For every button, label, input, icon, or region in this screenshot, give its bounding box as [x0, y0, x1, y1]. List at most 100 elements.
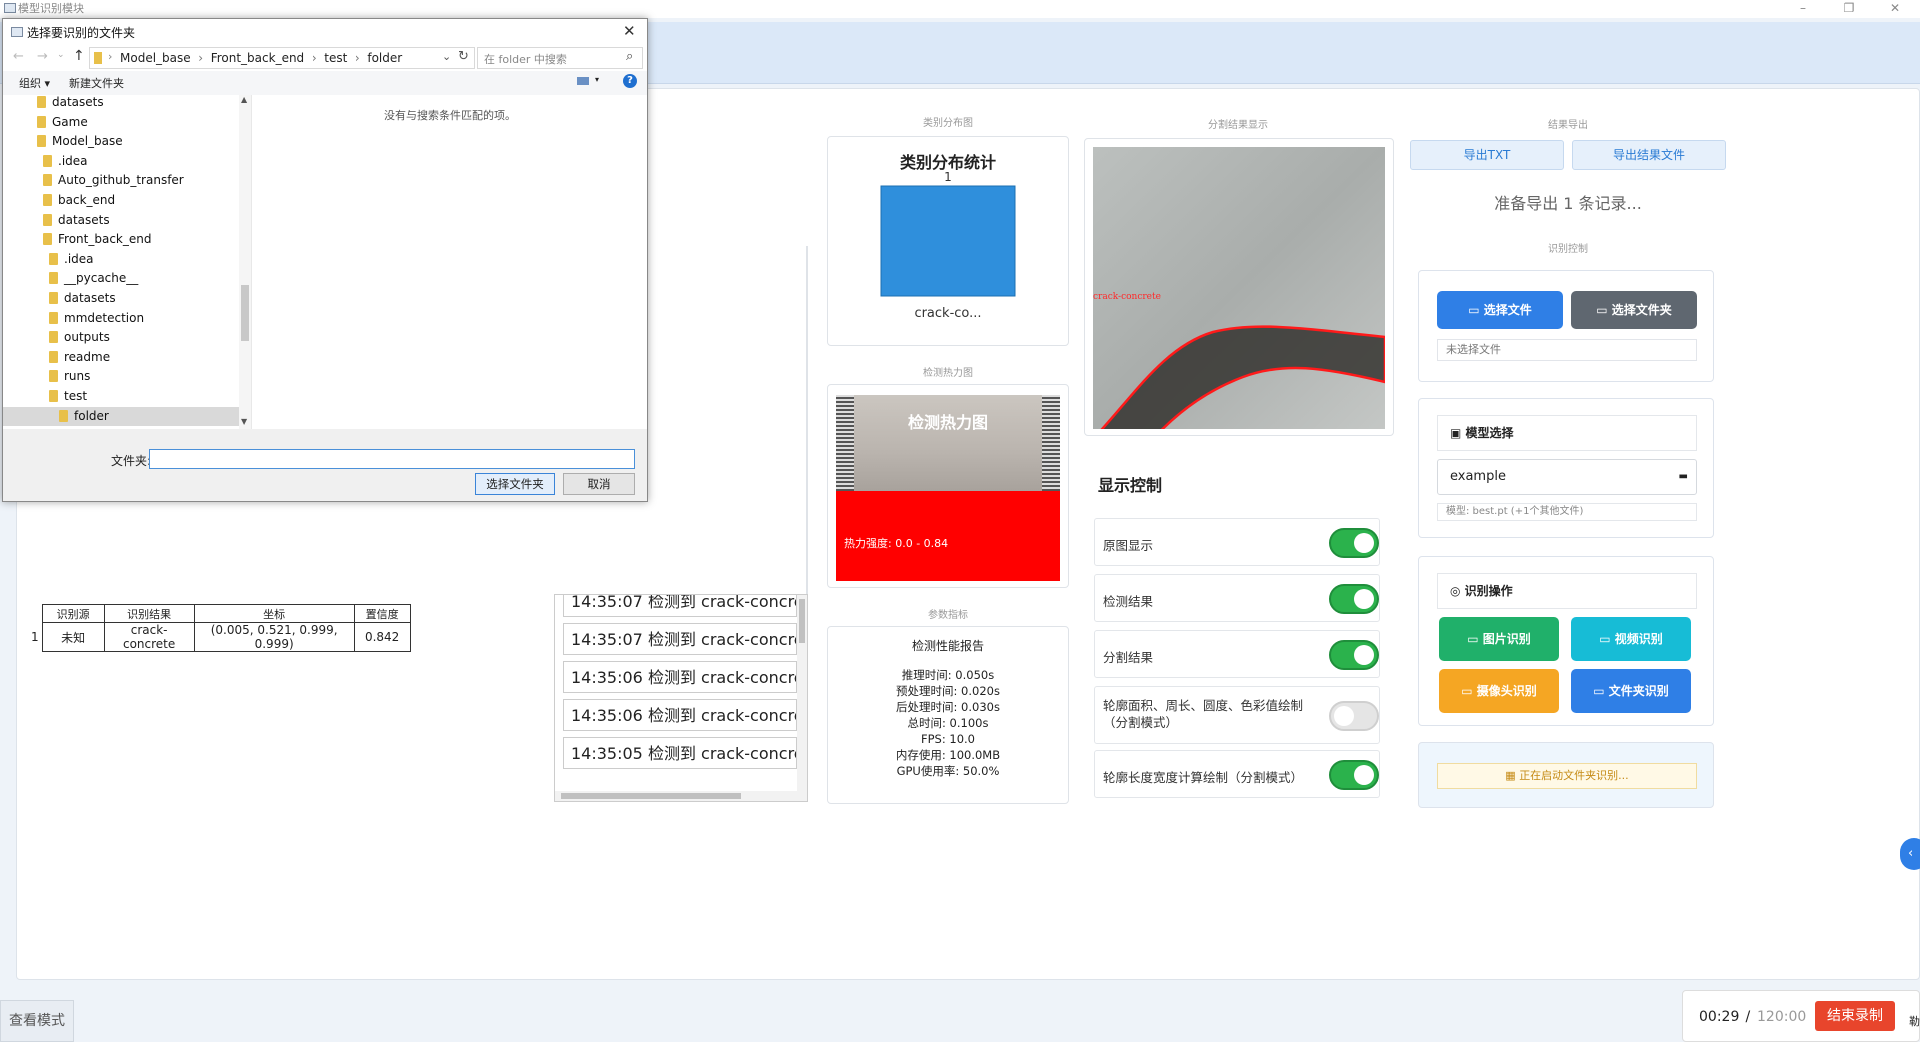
new-folder-button[interactable]: 新建文件夹: [69, 75, 124, 91]
folder-icon: [49, 252, 58, 265]
folder-icon: [43, 213, 52, 226]
progress-status: ▦ 正在启动文件夹识别...: [1437, 763, 1697, 789]
cell-coords: (0.005, 0.521, 0.999, 0.999): [193, 622, 355, 652]
section-title-dist: 类别分布图: [923, 118, 973, 129]
view-mode-icon[interactable]: [577, 77, 589, 85]
tree-scrollbar[interactable]: ▲ ▼: [239, 95, 251, 429]
toggle-segmentation[interactable]: [1329, 640, 1379, 670]
folder-icon: [49, 389, 58, 402]
tree-item[interactable]: mmdetection: [3, 309, 239, 329]
folder-icon: [49, 350, 58, 363]
metric-total: 总时间: 0.100s: [907, 716, 989, 730]
table-row[interactable]: 1 未知 crack-concrete (0.005, 0.521, 0.999…: [28, 622, 411, 652]
view-dropdown-icon[interactable]: ▾: [595, 75, 599, 84]
window-title: 模型识别模块: [18, 2, 84, 15]
robot-icon: ▣: [1450, 426, 1466, 440]
heatmap-range: 热力强度: 0.0 - 0.84: [844, 537, 949, 550]
bar-value-label: 1: [944, 170, 952, 184]
recording-box: 00:29 / 120:00 结束录制 勒: [1682, 990, 1920, 1042]
tree-item[interactable]: Game: [3, 113, 239, 133]
log-hscrollbar[interactable]: [555, 791, 807, 801]
camera-icon: ▭: [1461, 684, 1477, 698]
tree-item[interactable]: datasets: [3, 211, 239, 231]
refresh-icon[interactable]: ↻: [458, 49, 469, 64]
address-dropdown-icon[interactable]: ⌄: [442, 50, 451, 63]
tree-item[interactable]: readme: [3, 348, 239, 368]
back-arrow-icon[interactable]: ←: [13, 49, 24, 64]
tree-item[interactable]: datasets: [3, 289, 239, 309]
export-file-button[interactable]: 导出结果文件: [1572, 140, 1726, 170]
up-arrow-icon[interactable]: ↑: [73, 48, 85, 64]
view-mode-button[interactable]: 查看模式: [0, 1000, 74, 1042]
select-file-button[interactable]: ▭ 选择文件: [1437, 291, 1563, 329]
tree-item[interactable]: .idea: [3, 250, 239, 270]
toggle-row-contour-area: 轮廓面积、周长、圆度、色彩值绘制（分割模式）: [1094, 686, 1380, 744]
select-folder-button[interactable]: ▭ 选择文件夹: [1571, 291, 1697, 329]
folder-icon: [37, 135, 46, 148]
model-hint: 模型: best.pt (+1个其他文件): [1437, 503, 1697, 521]
toggle-contour-area[interactable]: [1329, 701, 1379, 731]
tree-item-label: folder: [74, 408, 109, 423]
folder-icon: [94, 52, 102, 64]
breadcrumb-item[interactable]: Model_base: [120, 51, 191, 65]
close-window-button[interactable]: ✕: [1872, 0, 1918, 18]
toggle-original[interactable]: [1329, 528, 1379, 558]
file-icon: ▭: [1468, 303, 1484, 317]
th-conf: 置信度: [353, 604, 411, 623]
file-select-card: ▭ 选择文件 ▭ 选择文件夹 未选择文件: [1418, 270, 1714, 382]
toggle-detection[interactable]: [1329, 584, 1379, 614]
tree-item[interactable]: runs: [3, 367, 239, 387]
organize-menu[interactable]: 组织 ▾: [19, 75, 50, 91]
forward-arrow-icon[interactable]: →: [37, 49, 48, 64]
window-title-bar: 模型识别模块: [0, 0, 1920, 18]
folder-select-dialog: 选择要识别的文件夹 ✕ ← → ⌄ ↑ › Model_base › Front…: [2, 18, 648, 502]
dialog-search-input[interactable]: 在 folder 中搜索 ⌕: [477, 47, 643, 69]
history-chevron-icon[interactable]: ⌄: [57, 50, 65, 60]
select-folder-ok-button[interactable]: 选择文件夹: [475, 473, 555, 495]
help-icon[interactable]: ?: [623, 74, 637, 88]
tree-item-label: datasets: [52, 95, 104, 109]
tree-item[interactable]: Auto_github_transfer: [3, 171, 239, 191]
tree-item[interactable]: Model_base: [3, 132, 239, 152]
tree-item[interactable]: outputs: [3, 328, 239, 348]
bar-chart-svg: 1 crack-co...: [880, 170, 1016, 321]
folder-recognition-button[interactable]: ▭ 文件夹识别: [1571, 669, 1691, 713]
tree-item[interactable]: back_end: [3, 191, 239, 211]
tree-item-label: outputs: [64, 330, 110, 345]
toggle-row-detection: 检测结果: [1094, 574, 1380, 622]
folder-field[interactable]: [149, 449, 635, 469]
metrics-panel: 检测性能报告 推理时间: 0.050s 预处理时间: 0.020s 后处理时间:…: [827, 626, 1069, 804]
tree-item[interactable]: datasets: [3, 95, 239, 113]
tree-item[interactable]: __pycache__: [3, 269, 239, 289]
breadcrumb-item[interactable]: Front_back_end: [211, 51, 304, 65]
tree-item-label: .idea: [58, 153, 88, 168]
minimize-button[interactable]: –: [1780, 0, 1826, 18]
cell-conf: 0.842: [353, 622, 411, 652]
toggle-label-original: 原图显示: [1103, 538, 1154, 553]
close-icon[interactable]: ✕: [623, 22, 636, 40]
metric-preprocess: 预处理时间: 0.020s: [896, 684, 1000, 698]
tree-item[interactable]: .idea: [3, 152, 239, 172]
export-txt-button[interactable]: 导出TXT: [1410, 140, 1564, 170]
breadcrumb-chevron-icon: ›: [108, 50, 113, 63]
maximize-button[interactable]: ❐: [1826, 0, 1872, 18]
breadcrumb-item[interactable]: test: [324, 51, 347, 65]
folder-icon: [49, 311, 58, 324]
stop-recording-button[interactable]: 结束录制: [1815, 1001, 1895, 1031]
tree-item[interactable]: test: [3, 387, 239, 407]
tree-item-label: mmdetection: [64, 310, 145, 325]
address-bar[interactable]: › Model_base › Front_back_end › test › f…: [89, 47, 475, 69]
toggle-contour-length[interactable]: [1329, 760, 1379, 790]
progress-card: ▦ 正在启动文件夹识别...: [1418, 742, 1714, 808]
log-vscrollbar[interactable]: [797, 595, 807, 791]
video-recognition-button[interactable]: ▭ 视频识别: [1571, 617, 1691, 661]
collapse-arrow-icon[interactable]: ‹: [1900, 838, 1920, 870]
tree-item[interactable]: folder: [3, 406, 239, 427]
tree-item[interactable]: Front_back_end: [3, 230, 239, 250]
image-recognition-button[interactable]: ▭ 图片识别: [1439, 617, 1559, 661]
breadcrumb-item[interactable]: folder: [367, 51, 402, 65]
camera-recognition-button[interactable]: ▭ 摄像头识别: [1439, 669, 1559, 713]
edge-glyph: 勒: [1909, 1015, 1920, 1028]
model-dropdown[interactable]: example ▬: [1437, 459, 1697, 495]
dialog-cancel-button[interactable]: 取消: [563, 473, 635, 495]
